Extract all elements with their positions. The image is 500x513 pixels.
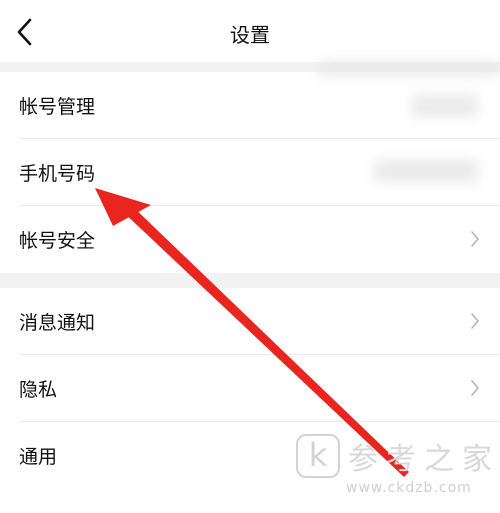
page-title: 设置 bbox=[230, 23, 270, 47]
privacy-item[interactable]: 隐私 bbox=[0, 355, 500, 422]
account-security-label: 帐号安全 bbox=[19, 230, 96, 252]
account-management-label: 帐号管理 bbox=[19, 96, 96, 118]
account-security-item[interactable]: 帐号安全 bbox=[0, 206, 500, 273]
watermark-logo: k bbox=[296, 434, 340, 478]
redacted-account-value bbox=[412, 95, 478, 117]
privacy-label: 隐私 bbox=[19, 379, 58, 401]
watermark-text: 参考之家 bbox=[348, 442, 500, 477]
watermark: k 参考之家 www.ckdzb.com bbox=[296, 430, 500, 512]
message-notification-label: 消息通知 bbox=[19, 312, 96, 334]
general-label: 通用 bbox=[19, 446, 58, 468]
top-bar: 设置 bbox=[0, 0, 500, 62]
message-notification-item[interactable]: 消息通知 bbox=[0, 288, 500, 355]
chevron-right-icon bbox=[471, 313, 479, 329]
redacted-area bbox=[318, 62, 500, 76]
chevron-right-icon bbox=[471, 231, 479, 247]
redacted-phone-value bbox=[374, 160, 478, 182]
phone-number-label: 手机号码 bbox=[19, 163, 96, 185]
watermark-url: www.ckdzb.com bbox=[346, 480, 472, 496]
chevron-right-icon bbox=[471, 380, 479, 396]
